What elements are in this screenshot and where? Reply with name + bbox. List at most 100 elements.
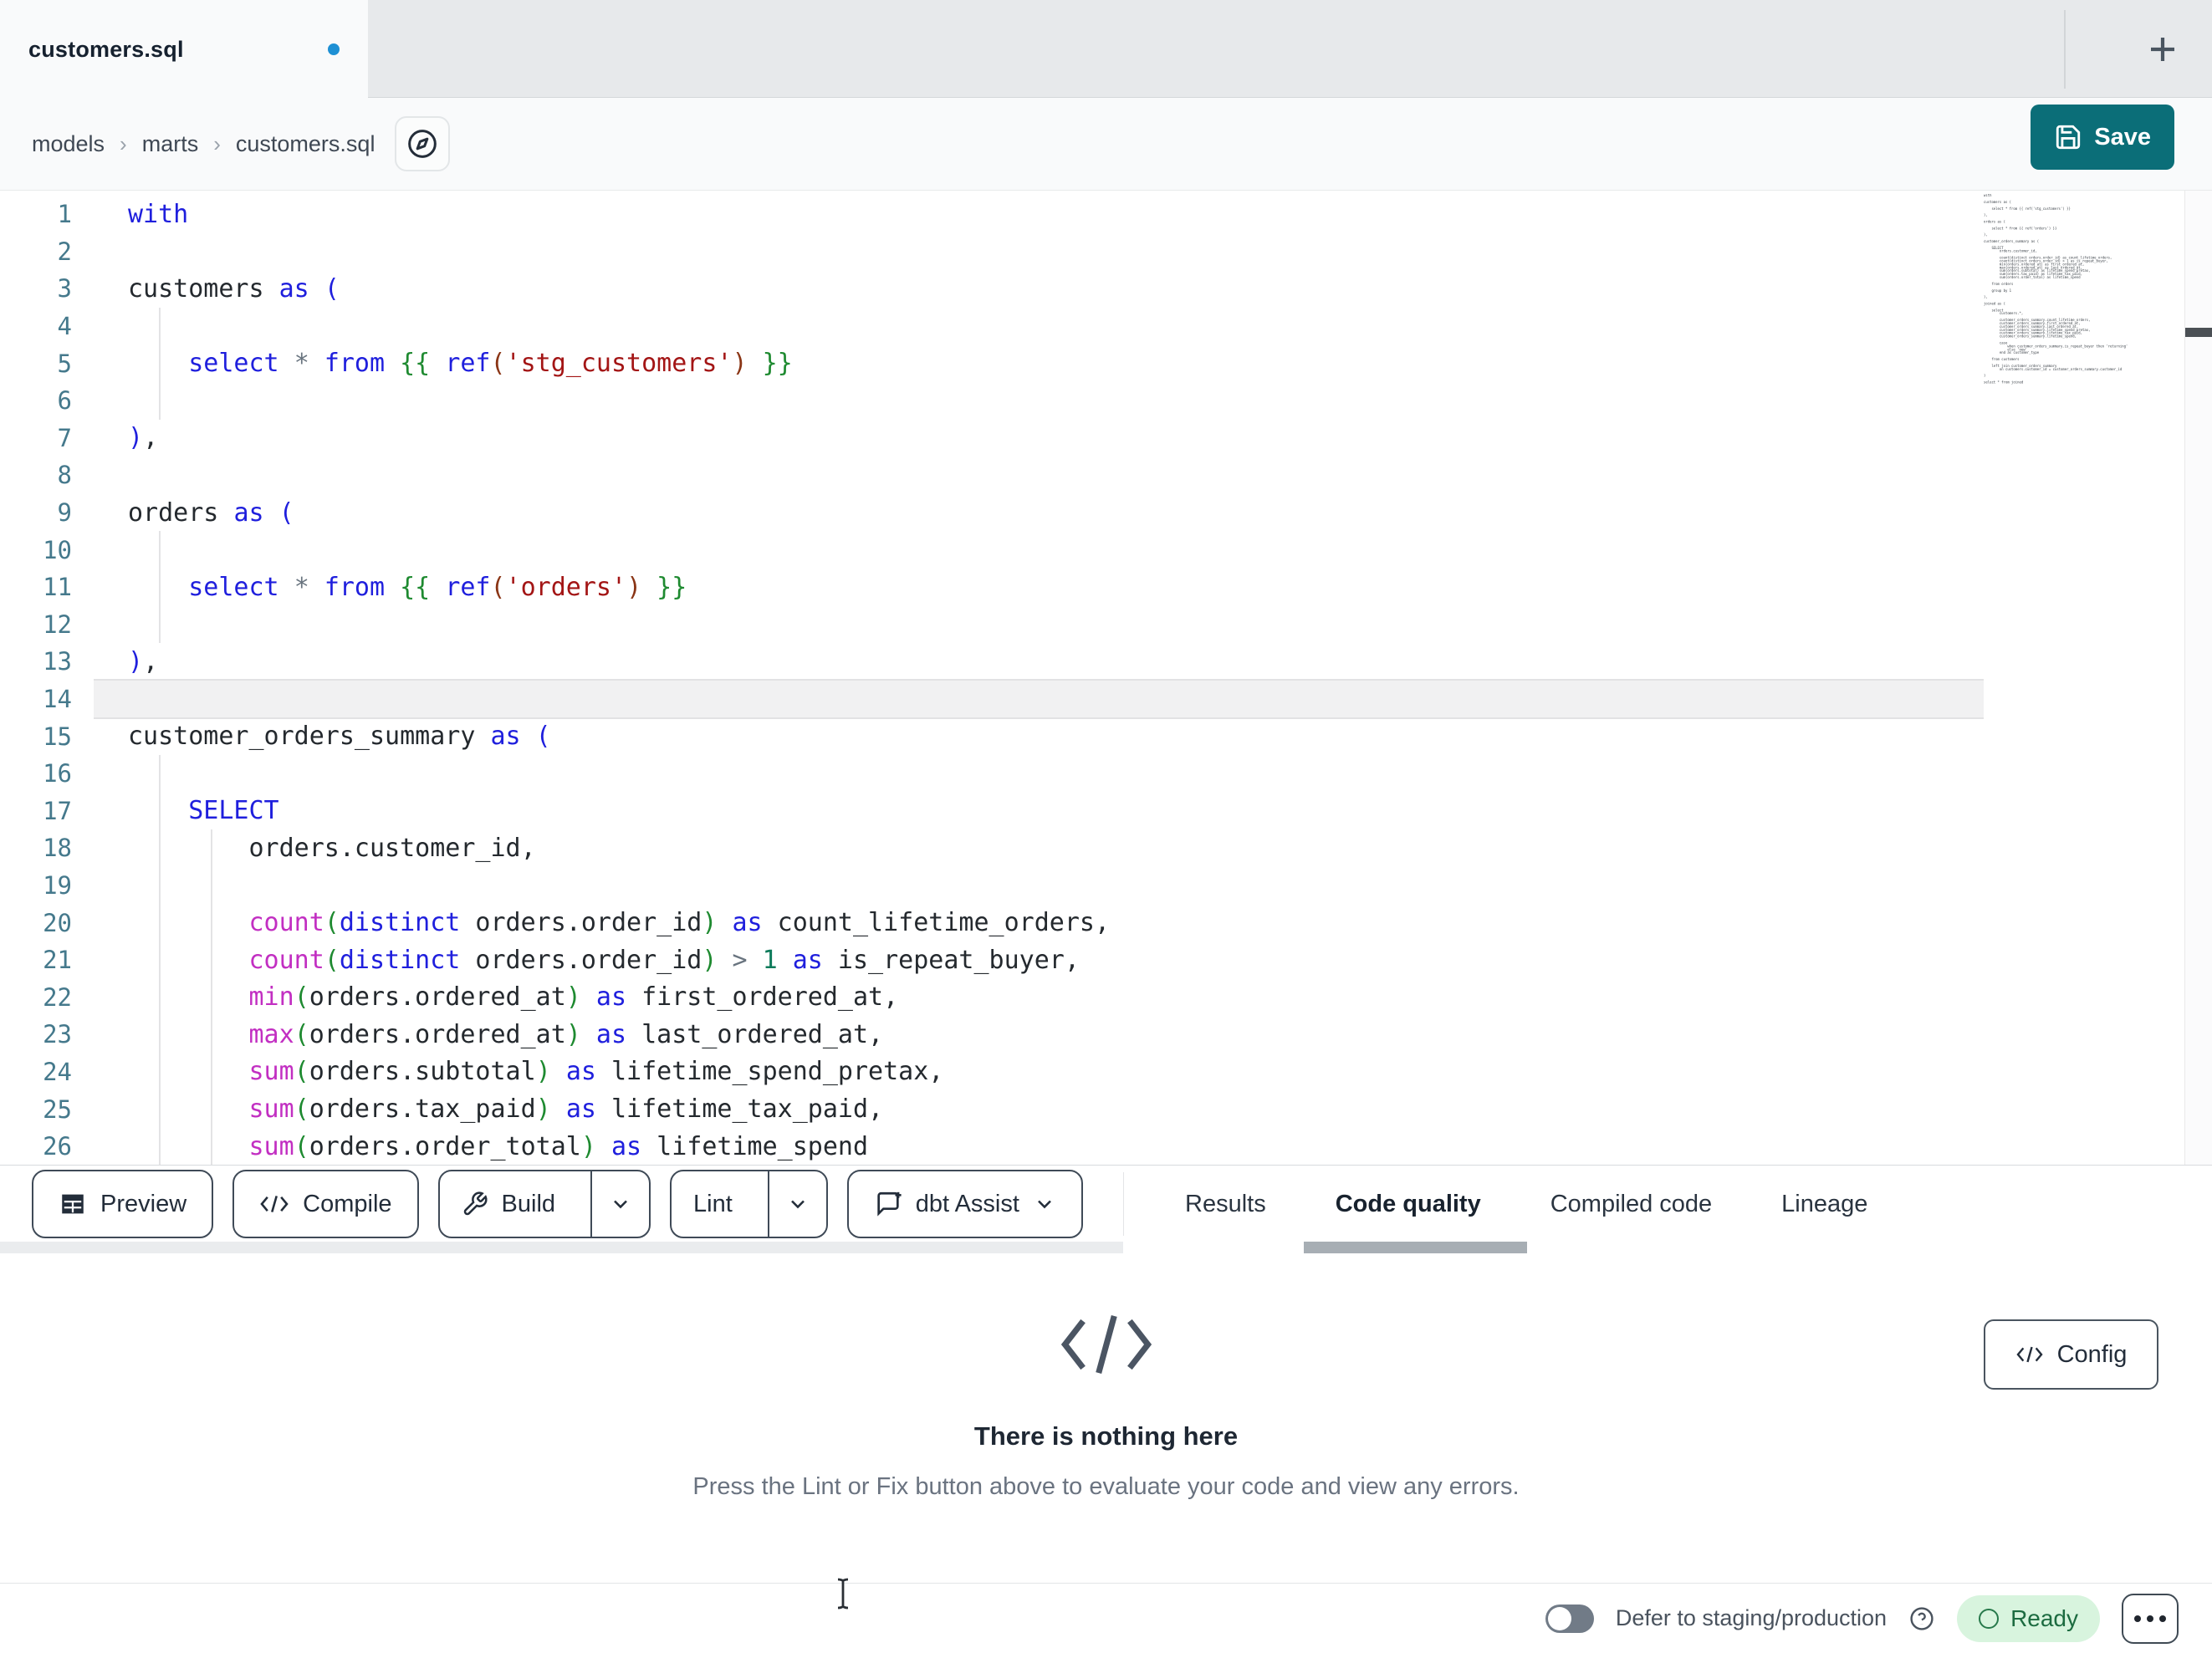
- code-text: max(orders.ordered_at) as last_ordered_a…: [248, 1019, 884, 1049]
- line-number: 10: [43, 535, 72, 564]
- tab-lineage[interactable]: Lineage: [1781, 1191, 1867, 1218]
- code-line-9[interactable]: 9 orders as (: [0, 494, 1984, 532]
- unsaved-changes-dot-icon: [328, 43, 340, 55]
- line-number: 11: [43, 573, 72, 602]
- breadcrumb-marts[interactable]: marts: [142, 131, 199, 157]
- code-line-24[interactable]: 24 sum(orders.subtotal) as lifetime_spen…: [0, 1054, 1984, 1091]
- code-line-8[interactable]: 8: [0, 457, 1984, 494]
- status-circle-icon: [1979, 1608, 2000, 1629]
- empty-state-title: There is nothing here: [973, 1421, 1239, 1451]
- breadcrumb-file[interactable]: customers.sql: [236, 131, 375, 157]
- breadcrumb-row: models › marts › customers.sql Save: [0, 98, 2212, 191]
- tab-results[interactable]: Results: [1185, 1191, 1266, 1218]
- compile-label: Compile: [303, 1190, 392, 1217]
- breadcrumb: models › marts › customers.sql: [32, 131, 375, 157]
- code-line-12[interactable]: 12: [0, 606, 1984, 644]
- code-line-14[interactable]: 14: [0, 680, 1984, 718]
- code-line-2[interactable]: 2: [0, 233, 1984, 271]
- defer-toggle[interactable]: [1545, 1604, 1594, 1633]
- code-text: customer_orders_summary as (: [128, 722, 551, 752]
- compile-button[interactable]: Compile: [232, 1170, 419, 1238]
- lint-button[interactable]: Lint: [672, 1171, 754, 1237]
- tab-compiled-code[interactable]: Compiled code: [1550, 1191, 1712, 1218]
- code-line-16[interactable]: 16: [0, 755, 1984, 793]
- code-line-23[interactable]: 23 max(orders.ordered_at) as last_ordere…: [0, 1016, 1984, 1054]
- line-number: 15: [43, 722, 72, 751]
- breadcrumb-models[interactable]: models: [32, 131, 105, 157]
- code-line-10[interactable]: 10: [0, 531, 1984, 569]
- chat-sparkle-icon: [877, 1191, 902, 1217]
- code-line-21[interactable]: 21 count(distinct orders.order_id) > 1 a…: [0, 941, 1984, 979]
- editor-lines: 1 with 2 3 customers as ( 4 5 select * from {{…: [0, 196, 1984, 1165]
- line-number: 22: [43, 982, 72, 1012]
- code-line-11[interactable]: 11 select * from {{ ref('orders') }}: [0, 569, 1984, 606]
- code-text: sum(orders.subtotal) as lifetime_spend_p…: [248, 1057, 944, 1087]
- code-line-4[interactable]: 4: [0, 308, 1984, 345]
- line-number: 6: [57, 386, 72, 416]
- code-text: sum(orders.tax_paid) as lifetime_tax_pai…: [248, 1094, 884, 1125]
- code-line-18[interactable]: 18 orders.customer_id,: [0, 829, 1984, 867]
- toolbar-buttons: Preview Compile Build Lint dbt Assist: [32, 1166, 1083, 1242]
- compass-icon: [408, 130, 437, 158]
- code-line-19[interactable]: 19: [0, 867, 1984, 905]
- code-text: sum(orders.order_total) as lifetime_spen…: [248, 1131, 869, 1161]
- code-line-15[interactable]: 15 customer_orders_summary as (: [0, 717, 1984, 755]
- new-tab-button[interactable]: [2132, 18, 2194, 80]
- editor-scrollbar[interactable]: [2184, 191, 2212, 1165]
- tab-code-quality[interactable]: Code quality: [1336, 1191, 1481, 1218]
- open-in-lineage-button[interactable]: [395, 116, 451, 171]
- code-line-3[interactable]: 3 customers as (: [0, 270, 1984, 308]
- dbt-assist-label: dbt Assist: [915, 1190, 1019, 1217]
- code-icon: [2016, 1346, 2043, 1363]
- minimap[interactable]: with customers as ( select * from {{ ref…: [1984, 194, 2184, 1114]
- breadcrumb-separator-icon: ›: [120, 130, 127, 156]
- code-line-26[interactable]: 26 sum(orders.order_total) as lifetime_s…: [0, 1128, 1984, 1165]
- code-line-22[interactable]: 22 min(orders.ordered_at) as first_order…: [0, 978, 1984, 1016]
- code-text: orders.customer_id,: [128, 833, 536, 863]
- more-options-button[interactable]: [2122, 1593, 2179, 1644]
- code-line-13[interactable]: 13),: [0, 643, 1984, 681]
- code-text: select * from {{ ref('orders') }}: [188, 572, 687, 602]
- code-line-7[interactable]: 7),: [0, 420, 1984, 457]
- save-button[interactable]: Save: [2031, 105, 2174, 170]
- scrollbar-handle[interactable]: [2185, 328, 2212, 337]
- build-button[interactable]: Build: [440, 1171, 578, 1237]
- code-line-25[interactable]: 25 sum(orders.tax_paid) as lifetime_tax_…: [0, 1090, 1984, 1128]
- code-text: min(orders.ordered_at) as first_ordered_…: [248, 982, 899, 1013]
- code-text: count(distinct orders.order_id) as count…: [248, 908, 1111, 938]
- file-tab-customers-sql[interactable]: customers.sql: [0, 0, 368, 99]
- preview-button[interactable]: Preview: [32, 1170, 214, 1238]
- ellipsis-icon: [2147, 1615, 2153, 1622]
- lint-dropdown-button[interactable]: [767, 1171, 826, 1237]
- code-line-6[interactable]: 6: [0, 382, 1984, 420]
- status-badge[interactable]: Ready: [1957, 1594, 2100, 1642]
- ellipsis-icon: [2134, 1615, 2141, 1622]
- line-number: 18: [43, 834, 72, 863]
- line-number: 3: [57, 274, 72, 304]
- line-number: 1: [57, 200, 72, 229]
- chevron-down-icon: [1038, 1200, 1051, 1209]
- code-line-20[interactable]: 20 count(distinct orders.order_id) as co…: [0, 904, 1984, 941]
- line-number: 16: [43, 759, 72, 788]
- line-number: 17: [43, 796, 72, 825]
- empty-state-hint: Press the Lint or Fix button above to ev…: [692, 1473, 1520, 1500]
- line-number: 4: [57, 312, 72, 341]
- dbt-assist-button[interactable]: dbt Assist: [846, 1170, 1083, 1238]
- help-icon[interactable]: [1908, 1605, 1935, 1632]
- config-button[interactable]: Config: [1984, 1319, 2158, 1390]
- code-line-17[interactable]: 17 SELECT: [0, 793, 1984, 830]
- code-line-5[interactable]: 5 select * from {{ ref('stg_customers') …: [0, 344, 1984, 382]
- build-split-button: Build: [437, 1170, 651, 1238]
- code-icon: [260, 1196, 289, 1212]
- code-text: [94, 680, 1984, 718]
- tab-bar: customers.sql: [0, 0, 2212, 99]
- build-dropdown-button[interactable]: [590, 1171, 649, 1237]
- action-toolbar: Preview Compile Build Lint dbt Assist Re…: [0, 1165, 2212, 1253]
- code-line-1[interactable]: 1 with: [0, 196, 1984, 233]
- code-editor[interactable]: 1 with 2 3 customers as ( 4 5 select * from {{…: [0, 191, 2212, 1165]
- save-label: Save: [2094, 123, 2151, 151]
